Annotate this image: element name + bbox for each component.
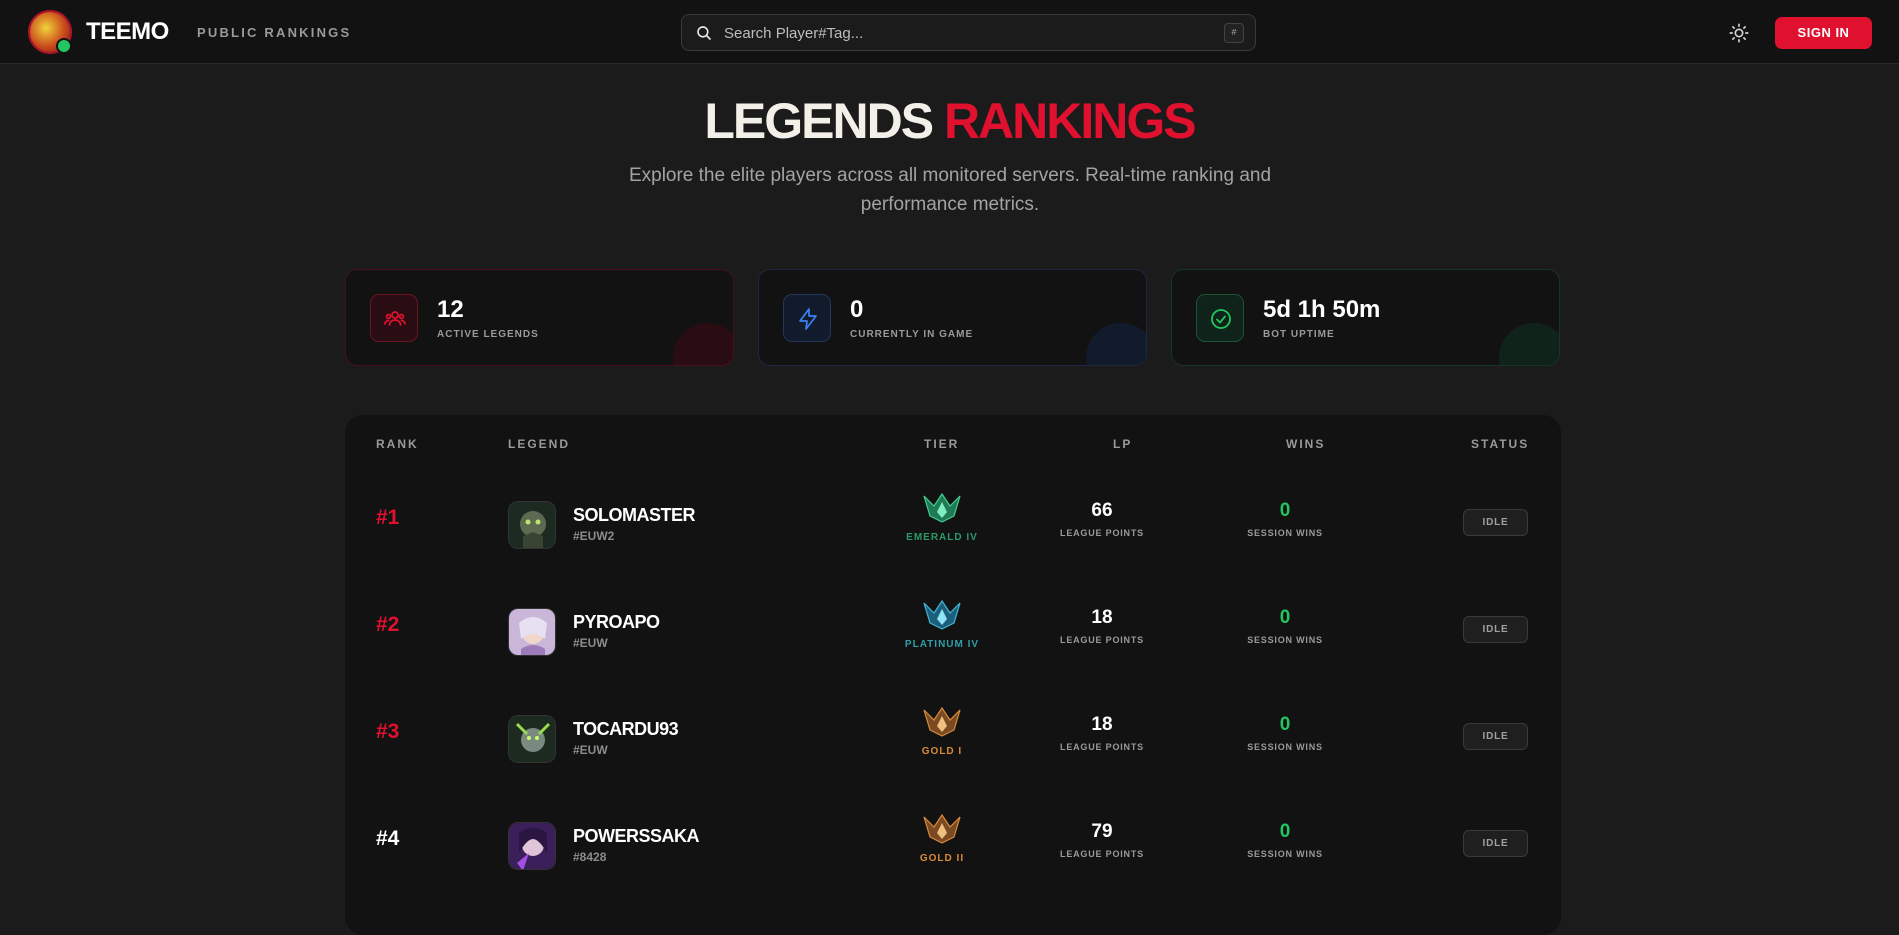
card-glow bbox=[673, 323, 733, 365]
search-shortcut-badge: # bbox=[1224, 23, 1244, 43]
emerald-emblem-icon bbox=[923, 492, 961, 523]
search-bar[interactable]: # bbox=[681, 14, 1256, 52]
sun-icon[interactable] bbox=[1728, 22, 1750, 44]
col-header-wins[interactable]: WINS bbox=[1286, 437, 1325, 451]
wins-label: SESSION WINS bbox=[1247, 635, 1323, 645]
status-badge: IDLE bbox=[1463, 830, 1528, 857]
status-badge: IDLE bbox=[1463, 509, 1528, 536]
top-navbar: TEEMO PUBLIC RANKINGS # SIGN IN bbox=[0, 0, 1899, 64]
champion-portrait-icon bbox=[509, 609, 555, 655]
col-header-rank[interactable]: RANK bbox=[376, 437, 419, 451]
player-avatar bbox=[508, 822, 556, 870]
search-input[interactable] bbox=[722, 15, 1206, 52]
page-subtitle: Explore the elite players across all mon… bbox=[628, 165, 1272, 215]
player-name[interactable]: TOCARDU93 bbox=[573, 719, 679, 740]
wins-value: 0 bbox=[1279, 607, 1291, 628]
stat-label: CURRENTLY IN GAME bbox=[850, 329, 974, 340]
stat-card-bot-uptime: 5d 1h 50m BOT UPTIME bbox=[1171, 269, 1560, 366]
col-header-lp[interactable]: LP bbox=[1113, 437, 1132, 451]
lp-value: 18 bbox=[1091, 714, 1113, 735]
stat-card-currently-in-game: 0 CURRENTLY IN GAME bbox=[758, 269, 1147, 366]
wins-label: SESSION WINS bbox=[1247, 849, 1323, 859]
users-icon bbox=[384, 311, 406, 326]
player-avatar bbox=[508, 715, 556, 763]
table-row[interactable]: #2 PYROAPO #EUW PLATINUM IV 18 LEAGUE PO… bbox=[345, 576, 1561, 683]
rankings-table: RANK LEGEND TIER LP WINS STATUS #1 SOLOM… bbox=[345, 415, 1561, 935]
stat-icon-box bbox=[1196, 294, 1244, 342]
player-tag: #EUW bbox=[573, 743, 608, 757]
lp-label: LEAGUE POINTS bbox=[1060, 849, 1144, 859]
player-avatar bbox=[508, 501, 556, 549]
champion-portrait-icon bbox=[509, 823, 555, 869]
lp-value: 79 bbox=[1091, 821, 1113, 842]
card-glow bbox=[1499, 323, 1559, 365]
page-title-white: LEGENDS bbox=[704, 93, 934, 149]
player-tag: #EUW bbox=[573, 636, 608, 650]
player-tag: #EUW2 bbox=[573, 529, 615, 543]
brand-name[interactable]: TEEMO bbox=[86, 18, 169, 46]
col-header-tier[interactable]: TIER bbox=[924, 437, 959, 451]
champion-portrait-icon bbox=[509, 502, 555, 548]
wins-value: 0 bbox=[1279, 821, 1291, 842]
stat-icon-box bbox=[370, 294, 418, 342]
player-name[interactable]: PYROAPO bbox=[573, 612, 660, 633]
card-glow bbox=[1086, 323, 1146, 365]
stat-card-active-legends: 12 ACTIVE LEGENDS bbox=[345, 269, 734, 366]
page-title-red: RANKINGS bbox=[943, 93, 1197, 149]
player-tag: #8428 bbox=[573, 850, 607, 864]
player-name[interactable]: SOLOMASTER bbox=[573, 505, 696, 526]
lp-label: LEAGUE POINTS bbox=[1060, 742, 1144, 752]
champion-portrait-icon bbox=[509, 716, 555, 762]
lp-label: LEAGUE POINTS bbox=[1060, 528, 1144, 538]
col-header-legend[interactable]: LEGEND bbox=[508, 437, 570, 451]
nav-public-rankings[interactable]: PUBLIC RANKINGS bbox=[197, 25, 351, 40]
tier-name: GOLD II bbox=[919, 853, 965, 864]
lp-value: 66 bbox=[1091, 500, 1113, 521]
col-header-status[interactable]: STATUS bbox=[1471, 437, 1529, 451]
rank-number: #2 bbox=[376, 613, 400, 636]
stat-value: 5d 1h 50m bbox=[1263, 296, 1381, 323]
table-row[interactable]: #1 SOLOMASTER #EUW2 EMERALD IV 66 LEAGUE… bbox=[345, 469, 1561, 576]
lp-label: LEAGUE POINTS bbox=[1060, 635, 1144, 645]
table-row[interactable]: #4 POWERSSAKA #8428 GOLD II 79 LEAGUE PO… bbox=[345, 790, 1561, 897]
lp-value: 18 bbox=[1091, 607, 1113, 628]
wins-value: 0 bbox=[1279, 500, 1291, 521]
rank-number: #4 bbox=[376, 827, 400, 850]
online-status-dot bbox=[56, 38, 72, 54]
stat-label: BOT UPTIME bbox=[1263, 329, 1335, 340]
rank-number: #1 bbox=[376, 506, 400, 529]
sign-in-button[interactable]: SIGN IN bbox=[1775, 17, 1872, 49]
tier-name: PLATINUM IV bbox=[904, 639, 980, 650]
player-avatar bbox=[508, 608, 556, 656]
rank-number: #3 bbox=[376, 720, 400, 743]
status-badge: IDLE bbox=[1463, 723, 1528, 750]
gold-emblem-icon bbox=[923, 706, 961, 737]
table-row[interactable]: #3 TOCARDU93 #EUW GOLD I 18 LEAGUE POINT… bbox=[345, 683, 1561, 790]
search-icon bbox=[697, 26, 711, 40]
tier-name: GOLD I bbox=[921, 746, 963, 757]
check-circle-icon bbox=[1211, 309, 1231, 329]
stat-value: 12 bbox=[437, 296, 464, 323]
tier-name: EMERALD IV bbox=[906, 532, 978, 543]
logo-avatar[interactable] bbox=[30, 12, 72, 54]
wins-label: SESSION WINS bbox=[1247, 742, 1323, 752]
wins-label: SESSION WINS bbox=[1247, 528, 1323, 538]
gold-emblem-icon bbox=[923, 813, 961, 844]
stat-value: 0 bbox=[850, 296, 864, 323]
stat-label: ACTIVE LEGENDS bbox=[437, 329, 539, 340]
player-name[interactable]: POWERSSAKA bbox=[573, 826, 700, 847]
page-title: LEGENDS RANKINGS bbox=[0, 92, 1899, 150]
lightning-icon bbox=[799, 308, 817, 330]
wins-value: 0 bbox=[1279, 714, 1291, 735]
stat-icon-box bbox=[783, 294, 831, 342]
status-badge: IDLE bbox=[1463, 616, 1528, 643]
platinum-emblem-icon bbox=[923, 599, 961, 630]
